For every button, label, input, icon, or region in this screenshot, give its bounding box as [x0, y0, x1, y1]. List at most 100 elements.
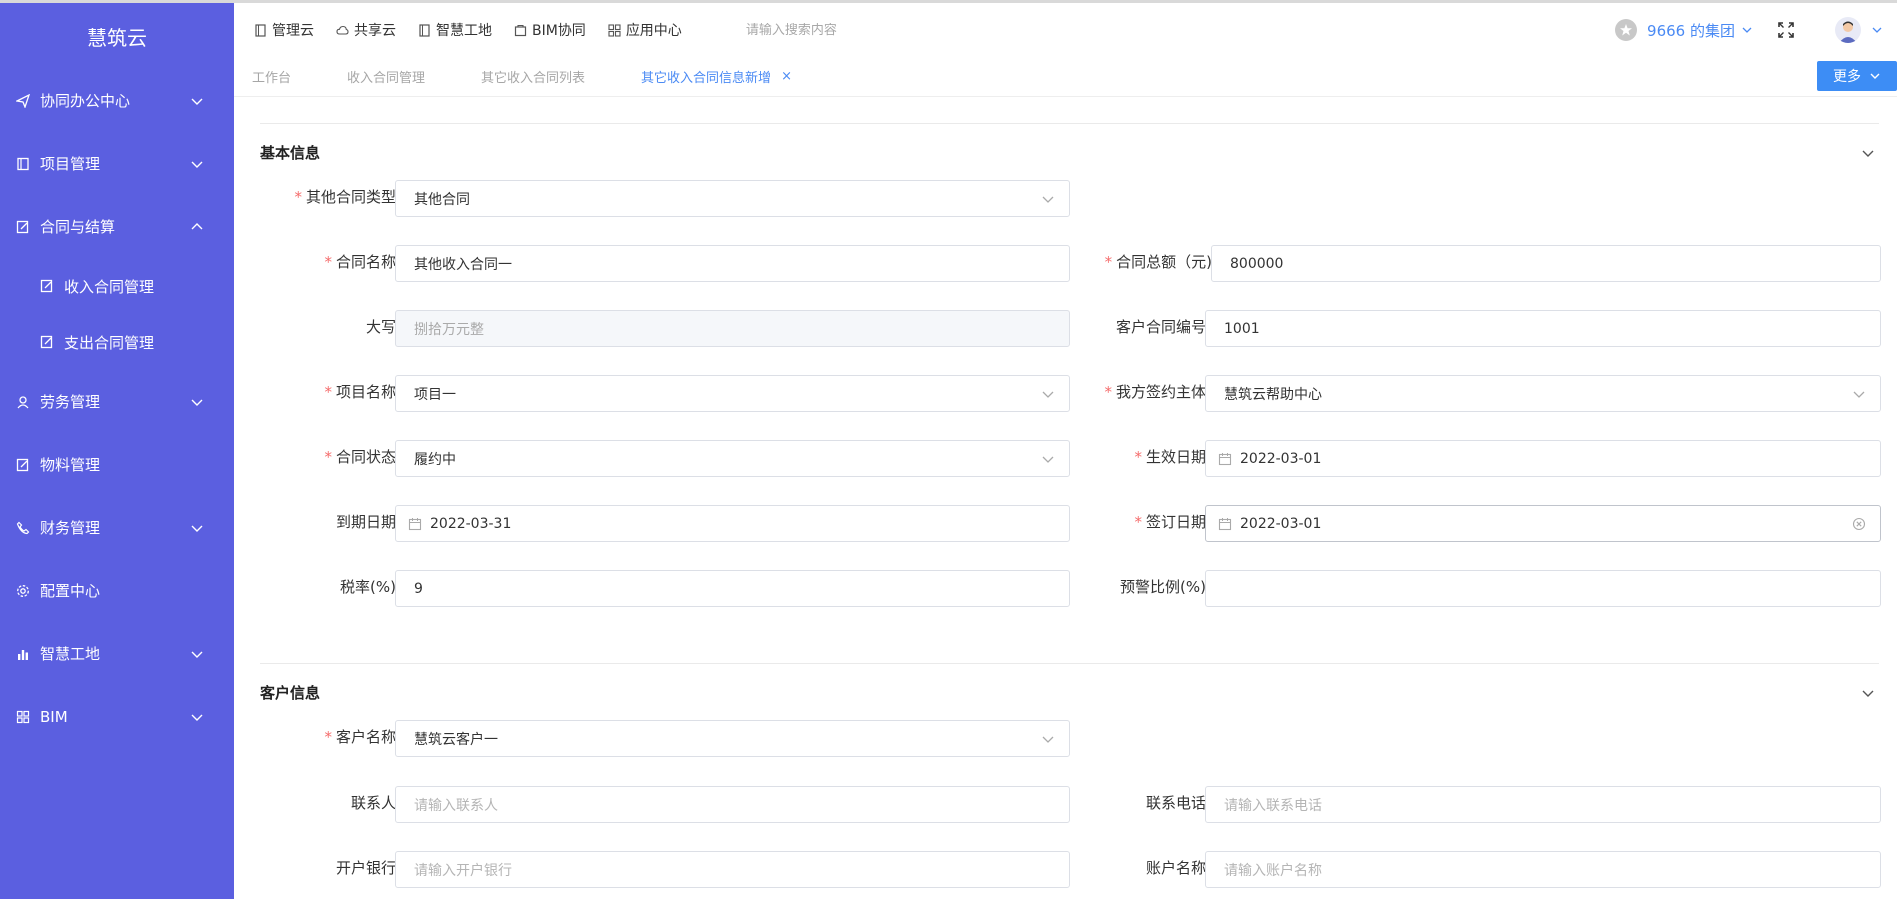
label-sign-party: * 我方签约主体	[1104, 383, 1206, 401]
effective-date-picker[interactable]: 2022-03-01	[1205, 440, 1881, 477]
input-value: 800000	[1230, 255, 1284, 272]
select-value: 慧筑云客户一	[414, 731, 498, 748]
section-title-customer: 客户信息	[260, 684, 321, 702]
tax-rate-input[interactable]: 9	[395, 570, 1070, 607]
sidebar-item-label: 支出合同管理	[64, 333, 155, 352]
sidebar-item-config-center[interactable]: 配置中心	[0, 559, 234, 622]
phone-icon	[16, 521, 30, 535]
sidebar-item-material[interactable]: 物料管理	[0, 433, 234, 496]
required-mark: *	[324, 253, 332, 271]
contract-total-input[interactable]: 800000	[1211, 245, 1881, 282]
date-value: 2022-03-01	[1240, 450, 1322, 467]
topnav-bim-collab[interactable]: BIM协同	[514, 20, 586, 40]
top-right-area: 9666 的集团	[1615, 17, 1897, 43]
required-mark: *	[1104, 383, 1112, 401]
contact-input[interactable]: 请输入联系人	[395, 786, 1070, 823]
label-uppercase: 大写	[365, 318, 396, 336]
sidebar-subitem-expense-contract[interactable]: 支出合同管理	[0, 314, 234, 370]
org-switcher[interactable]: 9666 的集团	[1647, 20, 1735, 41]
tab-other-income-list[interactable]: 其它收入合同列表	[481, 67, 585, 86]
topnav-app-center[interactable]: 应用中心	[608, 20, 682, 40]
required-mark: *	[1134, 448, 1142, 466]
avatar[interactable]	[1835, 17, 1861, 43]
search-input[interactable]	[745, 22, 966, 38]
calendar-icon	[1218, 517, 1232, 531]
contract-type-select[interactable]: 其他合同	[395, 180, 1070, 217]
topnav-label: BIM协同	[532, 23, 586, 39]
chevron-down-icon[interactable]	[1861, 146, 1875, 160]
label-sign-date: * 签订日期	[1134, 513, 1206, 531]
section-title-basic: 基本信息	[260, 144, 321, 162]
required-mark: *	[1134, 513, 1142, 531]
book-icon	[418, 23, 431, 37]
label-customer-name: * 客户名称	[324, 728, 396, 746]
project-name-select[interactable]: 项目一	[395, 375, 1070, 412]
customer-contract-no-input[interactable]: 1001	[1205, 310, 1881, 347]
book-icon	[254, 23, 267, 37]
sidebar-item-bim[interactable]: BIM	[0, 685, 234, 748]
input-value: 捌拾万元整	[414, 321, 484, 338]
sign-date-picker[interactable]: 2022-03-01	[1205, 505, 1881, 542]
chevron-down-icon	[1041, 732, 1055, 746]
date-value: 2022-03-01	[1240, 515, 1322, 532]
close-icon[interactable]: ×	[781, 69, 792, 84]
label-bank: 开户银行	[335, 859, 396, 877]
more-button[interactable]: 更多	[1817, 61, 1897, 91]
chevron-down-icon[interactable]	[1871, 24, 1883, 36]
topnav-smart-site[interactable]: 智慧工地	[418, 20, 492, 40]
chevron-down-icon	[1041, 452, 1055, 466]
required-mark: *	[324, 383, 332, 401]
label-contract-total: * 合同总额（元)	[1104, 253, 1212, 271]
required-mark: *	[1104, 253, 1113, 271]
sidebar-subitem-income-contract[interactable]: 收入合同管理	[0, 258, 234, 314]
sidebar-nav: 协同办公中心 项目管理 合同与结算 收入合同管理 支出合同管理 劳务管理 物料管…	[0, 69, 234, 748]
sidebar-item-collab-office[interactable]: 协同办公中心	[0, 69, 234, 132]
expiry-date-picker[interactable]: 2022-03-31	[395, 505, 1070, 542]
sidebar-item-finance[interactable]: 财务管理	[0, 496, 234, 559]
clear-icon[interactable]	[1852, 517, 1866, 531]
fullscreen-icon[interactable]	[1777, 21, 1795, 39]
bank-input[interactable]: 请输入开户银行	[395, 851, 1070, 888]
input-value: 9	[414, 580, 423, 597]
chevron-down-icon[interactable]	[1861, 686, 1875, 700]
label-tax-rate: 税率(%)	[340, 578, 396, 596]
topnav-share-cloud[interactable]: 共享云	[336, 20, 396, 40]
sidebar-item-labor[interactable]: 劳务管理	[0, 370, 234, 433]
account-name-input[interactable]: 请输入账户名称	[1205, 851, 1881, 888]
chevron-down-icon	[190, 94, 204, 108]
chevron-down-icon	[1869, 70, 1881, 82]
sidebar: 慧筑云 协同办公中心 项目管理 合同与结算 收入合同管理 支出合同管理 劳务管理…	[0, 3, 234, 899]
customer-name-select[interactable]: 慧筑云客户一	[395, 720, 1070, 757]
tab-other-income-new[interactable]: 其它收入合同信息新增 ×	[641, 67, 792, 86]
sidebar-item-label: 项目管理	[40, 155, 101, 173]
folder-icon	[514, 24, 527, 37]
tab-workbench[interactable]: 工作台	[252, 67, 291, 86]
chevron-down-icon	[190, 647, 204, 661]
date-value: 2022-03-31	[430, 515, 512, 532]
select-value: 履约中	[414, 451, 456, 468]
sidebar-item-project[interactable]: 项目管理	[0, 132, 234, 195]
sign-party-select[interactable]: 慧筑云帮助中心	[1205, 375, 1881, 412]
topnav-management-cloud[interactable]: 管理云	[254, 20, 314, 40]
bar-chart-icon	[16, 647, 30, 661]
input-placeholder: 请输入联系电话	[1224, 797, 1322, 814]
tab-income-contract[interactable]: 收入合同管理	[347, 67, 425, 86]
label-contract-name: * 合同名称	[324, 253, 396, 271]
chevron-down-icon	[1852, 387, 1866, 401]
sidebar-item-label: 配置中心	[40, 582, 101, 600]
sidebar-item-smart-site[interactable]: 智慧工地	[0, 622, 234, 685]
warning-ratio-input[interactable]	[1205, 570, 1881, 607]
label-warning-ratio: 预警比例(%)	[1120, 578, 1206, 596]
chevron-down-icon[interactable]	[1741, 24, 1753, 36]
section-divider	[260, 663, 1879, 664]
label-contact: 联系人	[350, 794, 396, 812]
contract-name-input[interactable]: 其他收入合同一	[395, 245, 1070, 282]
contract-status-select[interactable]: 履约中	[395, 440, 1070, 477]
phone-input[interactable]: 请输入联系电话	[1205, 786, 1881, 823]
uppercase-amount-input: 捌拾万元整	[395, 310, 1070, 347]
input-placeholder: 请输入账户名称	[1224, 862, 1322, 879]
brand-logo-text: 慧筑云	[87, 25, 147, 50]
sidebar-item-contract-settlement[interactable]: 合同与结算	[0, 195, 234, 258]
sidebar-item-label: 财务管理	[40, 519, 101, 537]
topnav-label: 智慧工地	[436, 23, 492, 39]
